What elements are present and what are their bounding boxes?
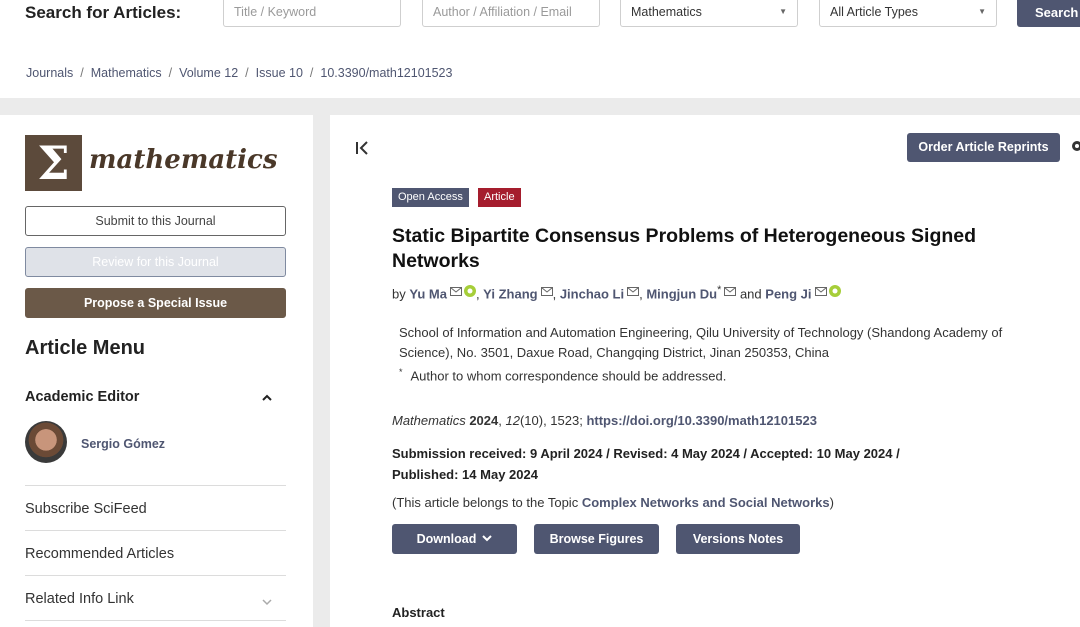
search-button[interactable]: Search	[1017, 0, 1080, 27]
journal-logo-text[interactable]: mathematics	[89, 145, 278, 175]
breadcrumb-doi[interactable]: 10.3390/math12101523	[320, 66, 452, 80]
abstract-heading: Abstract	[392, 605, 445, 620]
order-reprints-button[interactable]: Order Article Reprints	[907, 133, 1060, 162]
article-main: Order Article Reprints Open Access Artic…	[330, 115, 1080, 627]
sigma-logo-icon: Σ	[37, 136, 70, 190]
topic-link[interactable]: Complex Networks and Social Networks	[582, 495, 830, 510]
divider	[25, 530, 286, 531]
author-link[interactable]: Peng Ji	[765, 286, 811, 301]
journal-logo[interactable]: Σ	[25, 135, 82, 191]
caret-down-icon: ▼	[978, 7, 986, 16]
avatar	[25, 421, 67, 463]
and-label: and	[739, 286, 762, 302]
corresponding-mark: *	[717, 284, 722, 296]
breadcrumb: Journals / Mathematics / Volume 12 / Issue 10 /…	[26, 66, 452, 80]
breadcrumb-separator: /	[80, 66, 84, 80]
article-menu-title: Article Menu	[25, 337, 146, 359]
chevron-up-icon[interactable]	[260, 391, 274, 405]
versions-notes-button[interactable]: Versions Notes	[676, 524, 800, 554]
divider	[25, 485, 286, 486]
breadcrumb-bar: Journals / Mathematics / Volume 12 / Issue 10 /…	[0, 48, 1080, 98]
author-link[interactable]: Mingjun Du	[646, 286, 717, 301]
journal-select[interactable]: Mathematics ▼	[620, 0, 798, 27]
editor-name-link[interactable]: Sergio Gómez	[81, 437, 165, 451]
breadcrumb-separator: /	[309, 66, 314, 80]
sidebar-item-recommended-articles[interactable]: Recommended Articles	[25, 546, 174, 562]
article-type-select[interactable]: All Article Types ▼	[819, 0, 997, 27]
topic-suffix: )	[829, 495, 834, 510]
divider	[25, 620, 286, 621]
article-type-value: All Article Types	[830, 5, 919, 19]
search-label: Search for Articles:	[25, 3, 182, 22]
mail-icon[interactable]	[814, 287, 827, 297]
citation-journal: Mathematics	[392, 413, 466, 428]
author-link[interactable]: Yu Ma	[409, 286, 447, 301]
search-bar: Search for Articles: Title / Keyword Aut…	[0, 0, 1080, 48]
citation: Mathematics 2024, 12(10), 1523; https://…	[392, 413, 817, 428]
dates-line-2: Published: 14 May 2024	[392, 467, 538, 482]
author-list: by Yu Ma, Yi Zhang, Jinchao Li, Mingjun …	[392, 284, 841, 301]
publication-dates: Submission received: 9 April 2024 / Revi…	[392, 443, 992, 485]
correspondence-text: Author to whom correspondence should be …	[410, 368, 727, 384]
topic-prefix: (This article belongs to the Topic	[392, 495, 582, 510]
dates-line-1: Submission received: 9 April 2024 / Revi…	[392, 446, 900, 461]
chevron-down-icon[interactable]	[261, 596, 273, 608]
mail-icon[interactable]	[724, 287, 737, 297]
submit-journal-button[interactable]: Submit to this Journal	[25, 206, 286, 236]
open-access-badge: Open Access	[392, 188, 469, 207]
correspondence-mark: *	[399, 367, 403, 377]
download-label: Download	[416, 532, 477, 546]
citation-volume: 12	[505, 413, 520, 428]
mail-icon[interactable]	[540, 287, 553, 297]
sidebar: Σ mathematics Submit to this Journal Rev…	[0, 115, 313, 627]
article-title: Static Bipartite Consensus Problems of H…	[392, 225, 977, 272]
review-journal-button[interactable]: Review for this Journal	[25, 247, 286, 277]
propose-special-issue-button[interactable]: Propose a Special Issue	[25, 288, 286, 318]
breadcrumb-issue[interactable]: Issue 10	[256, 66, 303, 80]
academic-editor-heading[interactable]: Academic Editor	[25, 389, 139, 405]
correspondence-note: * Author to whom correspondence should be…	[399, 367, 726, 383]
orcid-icon[interactable]	[463, 285, 476, 298]
by-label: by	[392, 286, 406, 302]
breadcrumb-mathematics[interactable]: Mathematics	[91, 66, 162, 80]
topic-note: (This article belongs to the Topic Compl…	[392, 495, 834, 510]
article-type-badge: Article	[478, 188, 521, 207]
affiliation: School of Information and Automation Eng…	[399, 325, 1003, 360]
title-keyword-input[interactable]: Title / Keyword	[223, 0, 401, 27]
orcid-icon[interactable]	[828, 285, 841, 298]
sidebar-item-related-info-link[interactable]: Related Info Link	[25, 591, 134, 607]
chevron-down-icon	[482, 535, 493, 542]
mail-icon[interactable]	[627, 287, 640, 297]
caret-down-icon: ▼	[779, 7, 787, 16]
author-link[interactable]: Yi Zhang	[483, 286, 537, 301]
collapse-sidebar-icon[interactable]	[355, 140, 371, 156]
breadcrumb-journals[interactable]: Journals	[26, 66, 73, 80]
journal-select-value: Mathematics	[631, 5, 702, 19]
author-link[interactable]: Jinchao Li	[560, 286, 624, 301]
breadcrumb-volume[interactable]: Volume 12	[179, 66, 238, 80]
citation-year: 2024	[469, 413, 499, 428]
download-button[interactable]: Download	[392, 524, 517, 554]
author-affiliation-input[interactable]: Author / Affiliation / Email	[422, 0, 600, 27]
breadcrumb-separator: /	[245, 66, 249, 80]
sidebar-item-subscribe-scifeed[interactable]: Subscribe SciFeed	[25, 501, 147, 517]
breadcrumb-separator: /	[168, 66, 173, 80]
mail-icon[interactable]	[449, 287, 462, 297]
doi-link[interactable]: https://doi.org/10.3390/math12101523	[586, 413, 816, 428]
divider	[25, 575, 286, 576]
gear-icon[interactable]	[1070, 139, 1080, 153]
citation-issue-pages: (10), 1523;	[519, 413, 583, 428]
browse-figures-button[interactable]: Browse Figures	[534, 524, 659, 554]
